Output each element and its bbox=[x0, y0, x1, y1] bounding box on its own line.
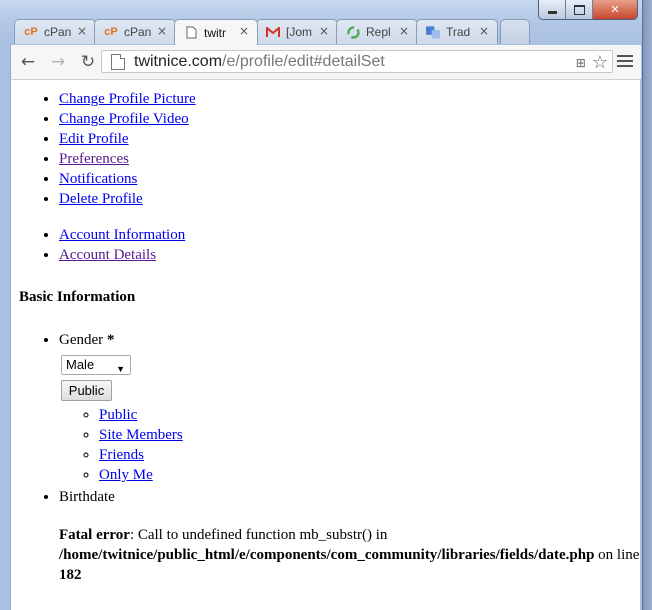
error-title: Fatal error bbox=[59, 527, 130, 543]
list-item: Friends bbox=[99, 445, 640, 465]
back-arrow-icon: ← bbox=[20, 52, 36, 72]
account-menu: Account Information Account Details bbox=[11, 225, 640, 265]
list-item: Account Details bbox=[59, 245, 640, 265]
tab-label: Repl bbox=[366, 25, 391, 39]
window-controls: ✕ bbox=[538, 0, 638, 20]
menu-icon-bar bbox=[617, 60, 633, 62]
forward-arrow-icon: → bbox=[50, 52, 66, 72]
page-icon bbox=[184, 26, 198, 40]
account-information-link[interactable]: Account Information bbox=[59, 227, 185, 243]
account-details-link[interactable]: Account Details bbox=[59, 247, 156, 263]
error-on-line: on line bbox=[594, 547, 640, 563]
cpanel-icon: cP bbox=[24, 26, 38, 38]
reload-button[interactable]: ↻ bbox=[75, 49, 101, 75]
close-icon: ✕ bbox=[610, 3, 620, 16]
dropdown-arrow-icon: ▼ bbox=[116, 364, 125, 374]
tab-translate[interactable]: Trad × bbox=[416, 19, 498, 44]
tab-close-icon[interactable]: × bbox=[479, 24, 489, 38]
menu-icon-bar bbox=[617, 65, 633, 67]
url-host: twitnice.com bbox=[134, 52, 223, 70]
tab-cpanel-2[interactable]: cP cPan × bbox=[94, 19, 176, 44]
chrome-menu-button[interactable] bbox=[617, 51, 633, 71]
tab-label: [Jom bbox=[286, 25, 313, 39]
list-item: Edit Profile bbox=[59, 129, 640, 149]
profile-menu: Change Profile Picture Change Profile Vi… bbox=[11, 89, 640, 209]
address-bar[interactable]: twitnice.com/e/profile/edit#detailSet ⊞ … bbox=[101, 50, 613, 73]
gender-select[interactable]: Male ▼ bbox=[61, 355, 131, 375]
maximize-icon bbox=[573, 4, 585, 15]
tab-cpanel-1[interactable]: cP cPan × bbox=[14, 19, 96, 44]
tab-reply[interactable]: Repl × bbox=[336, 19, 418, 44]
error-line-number: 182 bbox=[59, 567, 82, 583]
tab-label: twitr bbox=[204, 25, 226, 40]
change-profile-video-link[interactable]: Change Profile Video bbox=[59, 111, 189, 127]
bookmark-star-icon[interactable]: ☆ bbox=[592, 52, 608, 73]
profile-fields: Gender * Male ▼ Public Public Site Membe… bbox=[11, 330, 640, 507]
tab-close-icon[interactable]: × bbox=[239, 24, 249, 38]
privacy-only-me-link[interactable]: Only Me bbox=[99, 467, 153, 483]
forward-button[interactable]: → bbox=[45, 49, 71, 75]
close-window-button[interactable]: ✕ bbox=[593, 0, 637, 19]
tab-gmail[interactable]: [Jom × bbox=[256, 19, 338, 44]
fatal-error-message: Fatal error: Call to undefined function … bbox=[59, 525, 640, 585]
menu-icon-bar bbox=[617, 55, 633, 57]
list-item: Account Information bbox=[59, 225, 640, 245]
privacy-public-link[interactable]: Public bbox=[99, 407, 137, 423]
back-button[interactable]: ← bbox=[15, 49, 41, 75]
translate-icon bbox=[426, 25, 440, 39]
page-info-icon bbox=[111, 53, 125, 70]
url-path: /e/profile/edit#detailSet bbox=[222, 52, 385, 70]
gender-label: Gender bbox=[59, 332, 104, 348]
privacy-site-members-link[interactable]: Site Members bbox=[99, 427, 183, 443]
list-item: Change Profile Picture bbox=[59, 89, 640, 109]
privacy-options: Public Site Members Friends Only Me bbox=[59, 405, 640, 485]
cpanel-icon: cP bbox=[104, 26, 118, 38]
tab-label: Trad bbox=[446, 25, 471, 39]
tab-close-icon[interactable]: × bbox=[399, 24, 409, 38]
gmail-icon bbox=[266, 25, 280, 39]
tab-close-icon[interactable]: × bbox=[77, 24, 87, 38]
reload-icon: ↻ bbox=[80, 52, 96, 72]
privacy-button[interactable]: Public bbox=[61, 380, 112, 401]
birthdate-label: Birthdate bbox=[59, 489, 115, 505]
list-item: Notifications bbox=[59, 169, 640, 189]
browser-window: ✕ cP cPan × cP cPan × twitr × [Jom × Rep… bbox=[0, 0, 643, 610]
gender-select-value: Male bbox=[66, 357, 95, 372]
delete-profile-link[interactable]: Delete Profile bbox=[59, 191, 143, 207]
error-text: : Call to undefined function mb_substr()… bbox=[129, 527, 388, 543]
translate-page-icon[interactable]: ⊞ bbox=[576, 56, 586, 70]
edit-profile-link[interactable]: Edit Profile bbox=[59, 131, 129, 147]
tab-twitnice-active[interactable]: twitr × bbox=[174, 19, 258, 45]
list-item: Public bbox=[99, 405, 640, 425]
section-title: Basic Information bbox=[19, 289, 136, 305]
tab-close-icon[interactable]: × bbox=[319, 24, 329, 38]
privacy-friends-link[interactable]: Friends bbox=[99, 447, 144, 463]
list-item: Preferences bbox=[59, 149, 640, 169]
page-content: Change Profile Picture Change Profile Vi… bbox=[10, 79, 640, 610]
required-marker: * bbox=[106, 332, 115, 348]
tab-close-icon[interactable]: × bbox=[157, 24, 167, 38]
list-item: Delete Profile bbox=[59, 189, 640, 209]
list-item: Only Me bbox=[99, 465, 640, 485]
url-text: twitnice.com/e/profile/edit#detailSet bbox=[134, 53, 385, 71]
gender-field: Gender * Male ▼ Public Public Site Membe… bbox=[59, 330, 640, 485]
minimize-button[interactable] bbox=[539, 0, 566, 19]
new-tab-button[interactable] bbox=[500, 19, 530, 44]
list-item: Change Profile Video bbox=[59, 109, 640, 129]
tab-label: cPan bbox=[44, 25, 72, 39]
preferences-link[interactable]: Preferences bbox=[59, 151, 129, 167]
minimize-icon bbox=[547, 11, 557, 14]
browser-toolbar: ← → ↻ twitnice.com/e/profile/edit#detail… bbox=[10, 45, 641, 79]
tab-label: cPan bbox=[124, 25, 152, 39]
change-profile-picture-link[interactable]: Change Profile Picture bbox=[59, 91, 196, 107]
notifications-link[interactable]: Notifications bbox=[59, 171, 137, 187]
birthdate-field: Birthdate bbox=[59, 487, 640, 507]
list-item: Site Members bbox=[99, 425, 640, 445]
maximize-button[interactable] bbox=[566, 0, 593, 19]
error-file-path: /home/twitnice/public_html/e/components/… bbox=[59, 547, 595, 563]
spinner-icon bbox=[346, 25, 360, 39]
